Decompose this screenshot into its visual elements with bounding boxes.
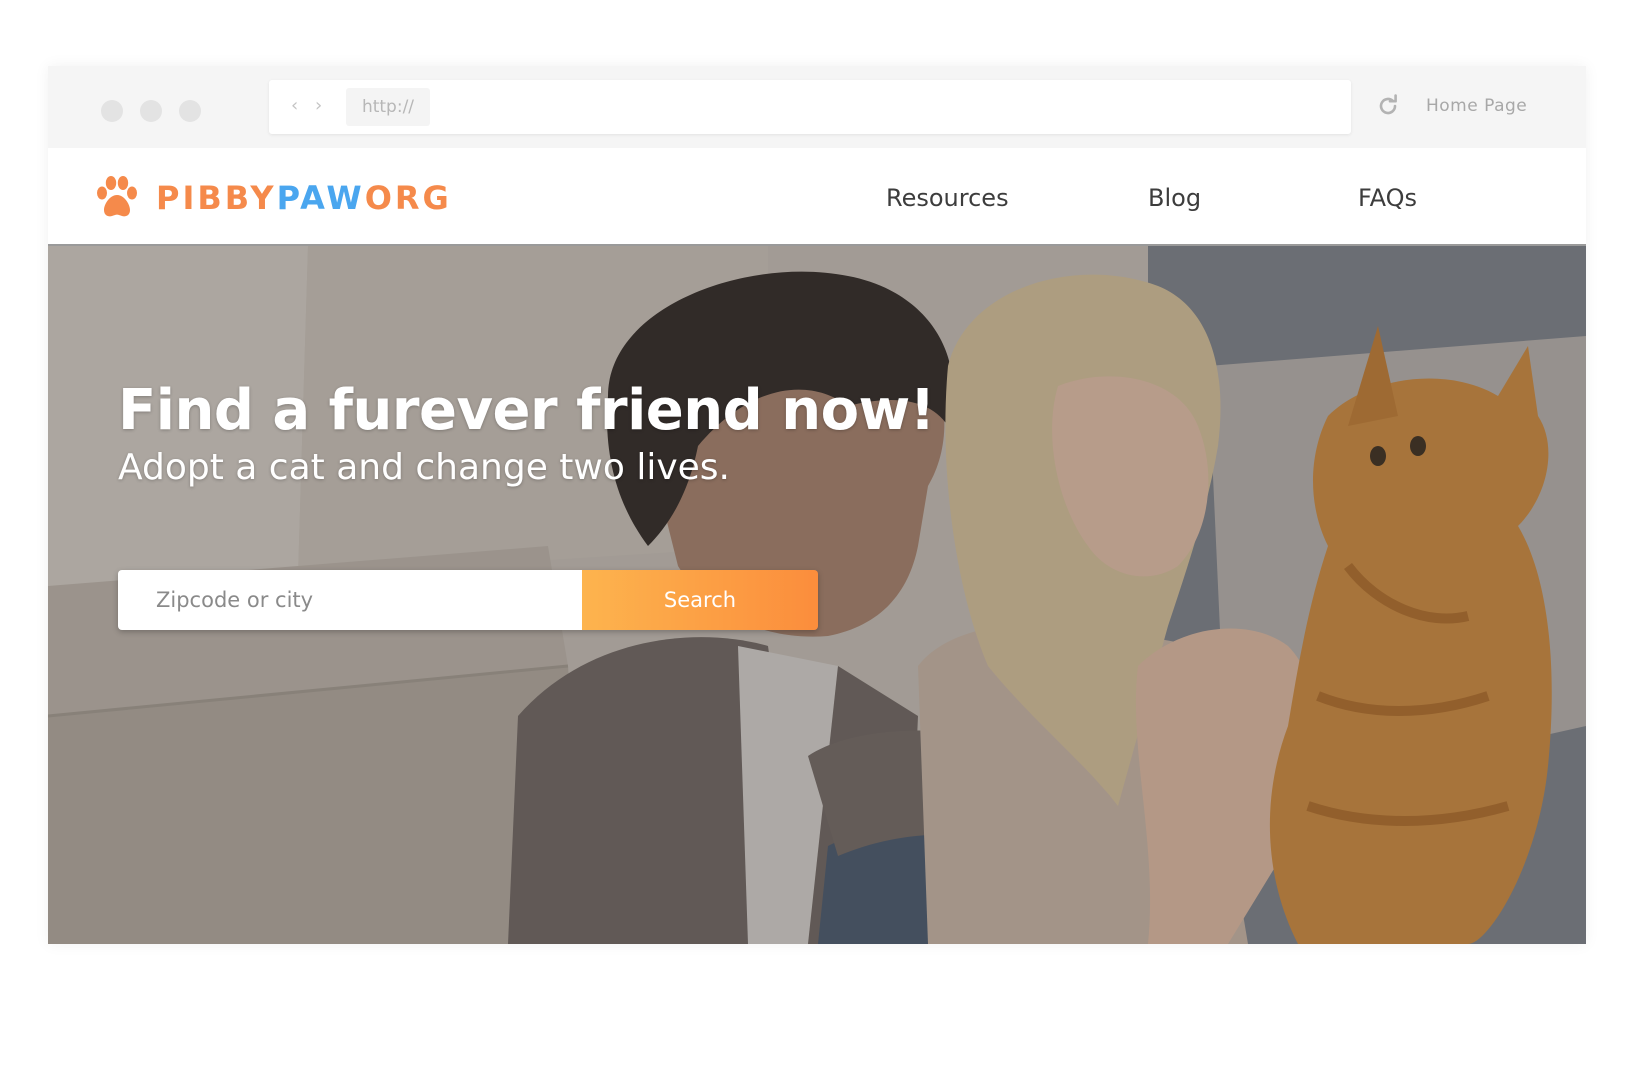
logo-wordmark[interactable]: PIBBYPAWORG: [156, 178, 452, 218]
search-form: Search: [118, 570, 818, 630]
home-page-link[interactable]: Home Page: [1426, 94, 1527, 118]
nav-link-blog[interactable]: Blog: [1148, 182, 1201, 214]
browser-toolbar: ‹ › http:// Home Page: [48, 66, 1586, 148]
window-minimize-dot[interactable]: [140, 100, 162, 122]
window-close-dot[interactable]: [101, 100, 123, 122]
window-maximize-dot[interactable]: [179, 100, 201, 122]
browser-window: ‹ › http:// Home Page PIBBYPAWORG Resour…: [48, 66, 1586, 944]
chevron-right-icon[interactable]: ›: [315, 94, 322, 118]
hero-section: Find a furever friend now! Adopt a cat a…: [48, 246, 1586, 944]
logo-part-org: ORG: [364, 179, 452, 217]
reload-icon[interactable]: [1376, 94, 1400, 118]
nav-link-resources[interactable]: Resources: [886, 182, 1009, 214]
site-header: PIBBYPAWORG Resources Blog FAQs: [48, 148, 1586, 246]
logo-part-paw: PAW: [276, 179, 365, 217]
url-text[interactable]: http://: [346, 88, 430, 126]
address-bar[interactable]: ‹ › http://: [269, 80, 1351, 134]
paw-icon: [97, 176, 137, 217]
hero-title: Find a furever friend now!: [118, 378, 935, 443]
logo-part-pibby: PIBBY: [156, 179, 277, 217]
nav-link-faqs[interactable]: FAQs: [1358, 182, 1417, 214]
search-button[interactable]: Search: [582, 570, 818, 630]
hero-subtitle: Adopt a cat and change two lives.: [118, 447, 730, 488]
chevron-left-icon[interactable]: ‹: [291, 94, 298, 118]
search-input[interactable]: [118, 570, 582, 630]
